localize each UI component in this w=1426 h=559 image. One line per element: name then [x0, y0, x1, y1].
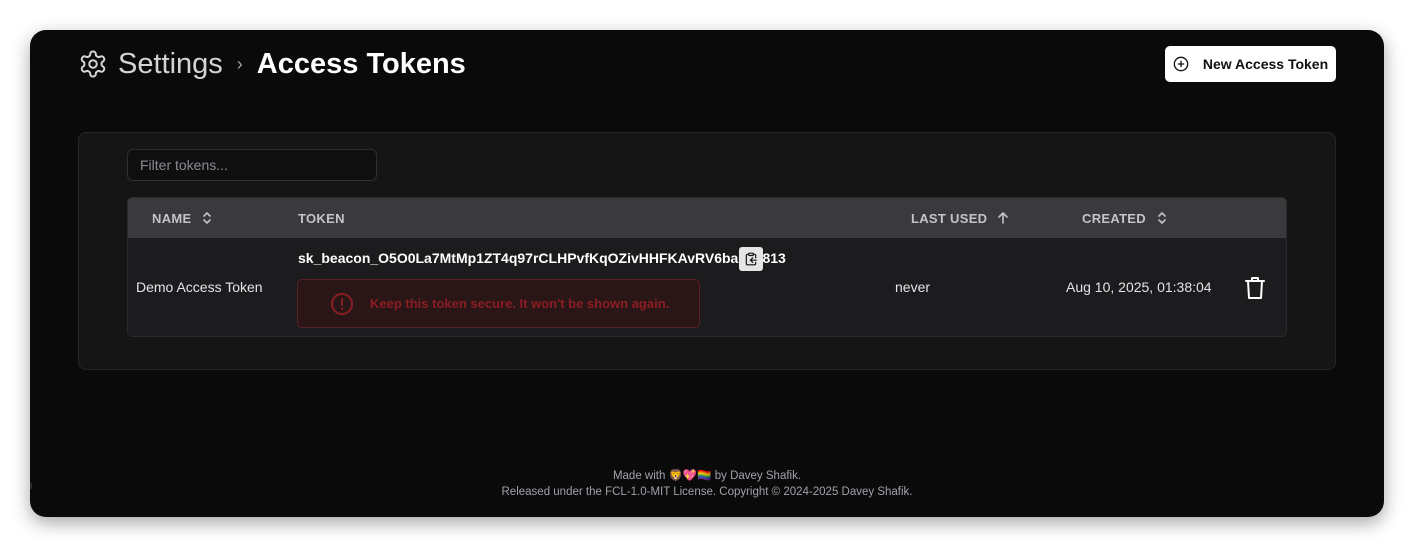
- token-value: sk_beacon_O5O0La7MtMp1ZT4q97rCLHPvfKqOZi…: [298, 250, 786, 266]
- warning-text: Keep this token secure. It won't be show…: [370, 296, 670, 311]
- footer-prefix: Made with: [612, 470, 666, 482]
- token-warning-alert: Keep this token secure. It won't be show…: [297, 279, 700, 328]
- created-value: Aug 10, 2025, 01:38:04: [1066, 279, 1212, 295]
- sort-unsorted-icon: [201, 211, 213, 225]
- column-label: TOKEN: [298, 210, 345, 226]
- gear-icon: [78, 49, 108, 79]
- sort-unsorted-icon: [1156, 211, 1168, 225]
- footer-author[interactable]: by Davey Shafik.: [715, 470, 801, 482]
- column-header-name[interactable]: NAME: [152, 198, 213, 238]
- clipboard-copy-icon: [744, 251, 758, 267]
- alert-circle-icon: [330, 292, 354, 316]
- column-label: NAME: [152, 210, 192, 226]
- footer: Made with 🦁💖🏳️‍🌈 by Davey Shafik. Releas…: [30, 468, 1384, 500]
- page-title: Access Tokens: [256, 47, 466, 80]
- footer-emoji: 🦁💖🏳️‍🌈: [668, 470, 712, 482]
- column-header-created[interactable]: CREATED: [1082, 198, 1168, 238]
- sort-ascending-icon: [997, 211, 1009, 225]
- new-access-token-label: New Access Token: [1202, 56, 1329, 72]
- tokens-table: NAME TOKEN LAST USED CREATED Demo Access…: [127, 197, 1287, 337]
- table-header: NAME TOKEN LAST USED CREATED: [128, 198, 1286, 238]
- footer-license: Released under the FCL-1.0-MIT License. …: [501, 486, 913, 498]
- plus-circle-icon: [1173, 56, 1189, 72]
- token-name: Demo Access Token: [136, 279, 263, 295]
- breadcrumb-settings[interactable]: Settings: [118, 48, 223, 81]
- column-header-token: TOKEN: [298, 198, 345, 238]
- footer-made-with: Made with 🦁💖🏳️‍🌈 by Davey Shafik.: [30, 468, 1384, 484]
- copy-token-button[interactable]: [739, 247, 763, 271]
- table-row: Demo Access Token sk_beacon_O5O0La7MtMp1…: [128, 238, 1286, 336]
- app-window: Settings › Access Tokens New Access Toke…: [30, 30, 1384, 517]
- trash-icon[interactable]: [1244, 275, 1266, 301]
- filter-tokens-input[interactable]: [127, 149, 377, 181]
- breadcrumb-separator: ›: [236, 53, 243, 74]
- last-used-value: never: [895, 279, 931, 295]
- divider: [30, 483, 32, 489]
- column-header-last-used[interactable]: LAST USED: [911, 198, 1009, 238]
- column-label: CREATED: [1082, 210, 1146, 226]
- column-label: LAST USED: [911, 210, 988, 226]
- tokens-card: NAME TOKEN LAST USED CREATED: [78, 132, 1336, 370]
- page-header: Settings › Access Tokens New Access Toke…: [78, 46, 1336, 82]
- new-access-token-button[interactable]: New Access Token: [1165, 46, 1336, 82]
